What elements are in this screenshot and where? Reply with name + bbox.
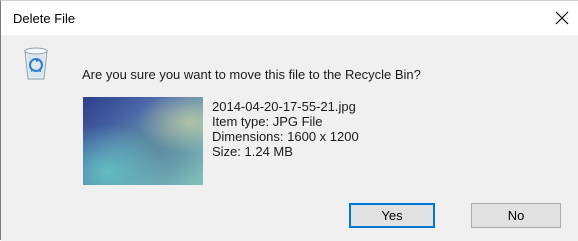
file-type: Item type: JPG File xyxy=(212,114,323,129)
title-bar: Delete File xyxy=(1,1,578,35)
confirmation-question: Are you sure you want to move this file … xyxy=(82,67,421,82)
no-button[interactable]: No xyxy=(471,203,561,228)
yes-button[interactable]: Yes xyxy=(349,203,435,228)
close-button[interactable] xyxy=(545,1,578,35)
file-info: 2014-04-20-17-55-21.jpg Item type: JPG F… xyxy=(212,99,359,159)
file-name: 2014-04-20-17-55-21.jpg xyxy=(212,99,356,114)
file-thumbnail xyxy=(83,97,203,185)
dialog-title: Delete File xyxy=(13,11,76,26)
file-dimensions: Dimensions: 1600 x 1200 xyxy=(212,129,359,144)
delete-file-dialog: Delete File Are you sure you want to mov… xyxy=(0,0,578,241)
close-icon xyxy=(555,11,569,25)
file-size: Size: 1.24 MB xyxy=(212,144,293,159)
recycle-bin-icon xyxy=(24,47,48,80)
